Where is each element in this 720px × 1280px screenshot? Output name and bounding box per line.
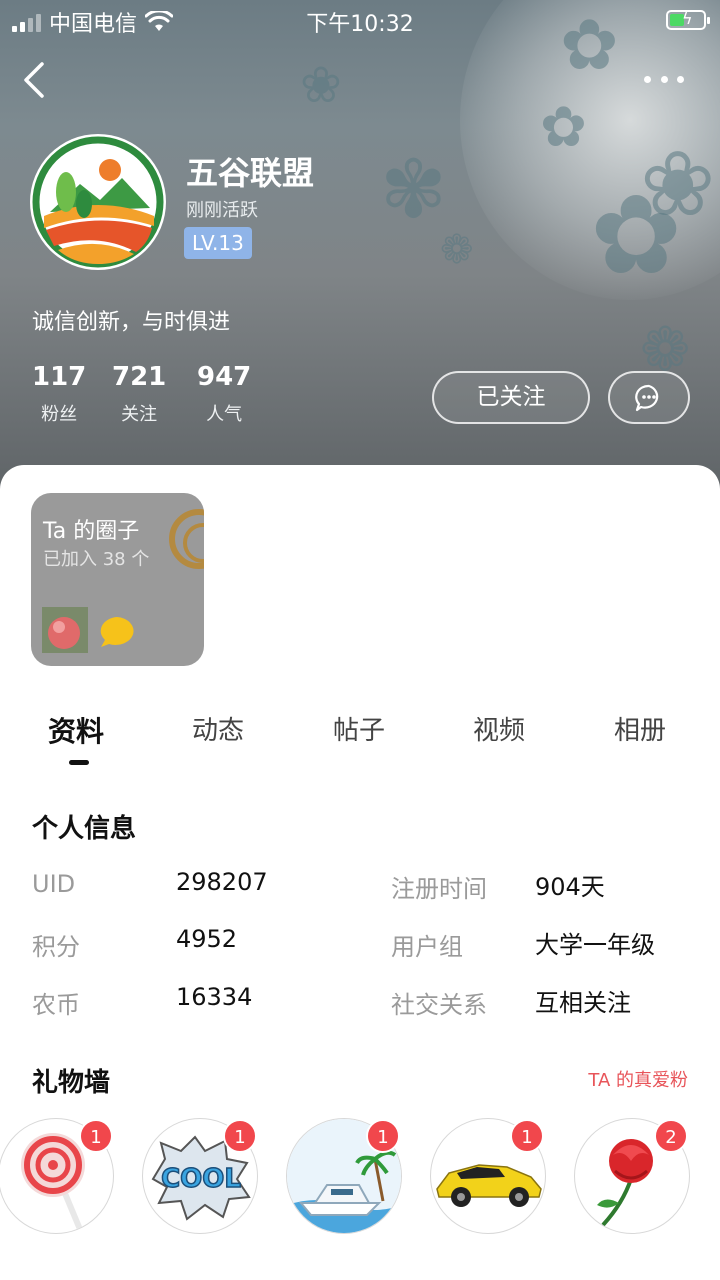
flower-pattern: ❀ — [300, 56, 342, 114]
more-options-icon[interactable] — [644, 64, 684, 94]
tab-videos[interactable]: 视频 — [473, 710, 525, 747]
apple-thumbnail — [42, 607, 88, 653]
svg-text:COOL: COOL — [161, 1164, 241, 1194]
personal-info-title: 个人信息 — [32, 814, 137, 844]
stat-popularity[interactable]: 947 人气 — [197, 362, 251, 426]
tab-activity[interactable]: 动态 — [192, 710, 244, 747]
circle-ring-icon — [169, 509, 204, 569]
stat-value: 117 — [32, 362, 87, 392]
flower-pattern: ❁ — [440, 227, 474, 273]
stat-label: 人气 — [206, 404, 243, 425]
yellow-chat-bubble-icon — [100, 617, 134, 647]
avatar[interactable] — [30, 134, 166, 270]
profile-name: 五谷联盟 — [186, 154, 315, 192]
info-label-social: 社交关系 — [391, 991, 487, 1019]
info-label-coins: 农币 — [32, 991, 80, 1019]
stat-value: 947 — [197, 362, 252, 392]
stat-fans[interactable]: 117 粉丝 — [32, 362, 86, 426]
stat-label: 关注 — [121, 404, 158, 425]
status-time: 下午10:32 — [306, 12, 414, 37]
gift-count-badge: 1 — [510, 1119, 544, 1153]
five-grain-logo — [32, 136, 164, 268]
active-tab-indicator — [69, 760, 89, 765]
level-badge: LV.13 — [184, 227, 252, 259]
tab-album[interactable]: 相册 — [614, 710, 666, 747]
info-label-uid: UID — [32, 870, 76, 898]
circle-card-title: Ta 的圈子 — [43, 519, 140, 544]
follow-button[interactable]: 已关注 — [432, 371, 590, 424]
info-label-user-group: 用户组 — [391, 933, 463, 961]
info-value-coins: 16334 — [176, 983, 253, 1011]
profile-motto: 诚信创新，与时俱进 — [32, 310, 231, 335]
back-icon[interactable] — [18, 58, 52, 102]
info-value-points: 4952 — [176, 925, 238, 953]
message-button[interactable] — [608, 371, 690, 424]
stat-value: 721 — [112, 362, 167, 392]
info-value-social: 互相关注 — [535, 989, 631, 1017]
gift-wall-title: 礼物墙 — [32, 1068, 111, 1098]
flower-pattern: ✿ — [590, 171, 683, 299]
gift-count-badge: 1 — [366, 1119, 400, 1153]
info-value-register-time: 904天 — [535, 873, 605, 901]
battery-icon: ϟ — [666, 9, 710, 30]
activity-status: 刚刚活跃 — [186, 200, 258, 221]
ta-circles-card[interactable]: Ta 的圈子 已加入 38 个 — [31, 493, 204, 666]
info-value-user-group: 大学一年级 — [535, 931, 655, 959]
stat-following[interactable]: 721 关注 — [112, 362, 166, 426]
profile-tabs: 资料 动态 帖子 视频 相册 — [0, 710, 720, 770]
flower-pattern: ✾ — [380, 143, 448, 236]
chat-bubble-icon — [635, 384, 659, 411]
gift-count-badge: 1 — [223, 1119, 257, 1153]
info-value-uid: 298207 — [176, 868, 268, 896]
info-label-register-time: 注册时间 — [391, 875, 487, 903]
tab-posts[interactable]: 帖子 — [333, 710, 385, 747]
true-fans-link[interactable]: TA 的真爱粉 — [588, 1066, 688, 1092]
gift-count-badge: 1 — [79, 1119, 113, 1153]
flower-pattern: ✿ — [540, 95, 587, 160]
circle-card-subtitle: 已加入 38 个 — [43, 549, 150, 570]
gift-count-badge: 2 — [654, 1119, 688, 1153]
status-bar: 中国电信 下午10:32 ϟ — [0, 0, 720, 40]
stat-label: 粉丝 — [41, 404, 78, 425]
tab-profile[interactable]: 资料 — [48, 710, 104, 750]
info-label-points: 积分 — [32, 933, 80, 961]
